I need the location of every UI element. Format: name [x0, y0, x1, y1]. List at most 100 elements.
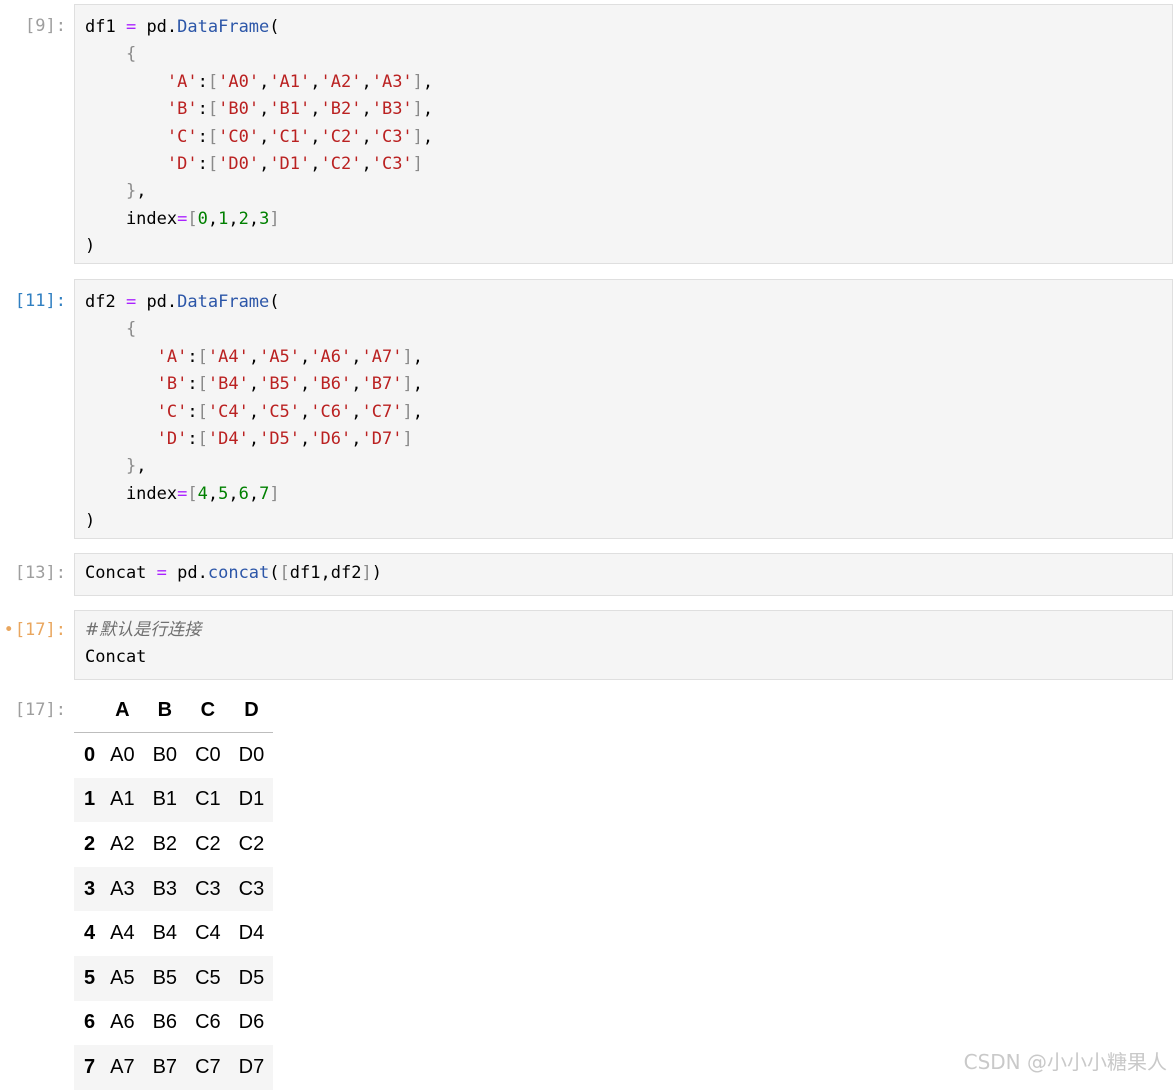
- code-line: #默认是行连接: [85, 617, 1162, 644]
- dataframe-table: ABCD 0 A0 B0 C0 D0 1 A1 B1 C1 D1 2 A2 B2 C2 C2 3 A3 B3 C3 C…: [74, 688, 274, 1090]
- cell-3-prompt: [13]:: [14, 563, 66, 583]
- row-index: 7: [84, 1055, 96, 1078]
- code-line: 'C':['C4','C5','C6','C7'],: [85, 399, 1162, 426]
- code-token: :: [197, 71, 208, 92]
- code-token: 'A5': [259, 346, 301, 367]
- output-prompt: [17]:: [14, 700, 66, 720]
- table-cell: A6: [110, 1011, 135, 1034]
- cell-3-editor[interactable]: Concat = pd.concat([df1,df2]): [74, 553, 1173, 596]
- code-token: ]: [402, 346, 413, 367]
- code-token: DataFrame: [177, 17, 270, 37]
- table-row: 1 A1 B1 C1 D1: [74, 777, 274, 823]
- code-token: 'C3': [371, 126, 413, 147]
- code-token: ,: [351, 428, 362, 449]
- code-token: ]: [402, 428, 413, 449]
- cell-2-code[interactable]: df2 = pd.DataFrame( { 'A':['A4','A5','A6…: [75, 280, 1172, 545]
- cell-4-code[interactable]: #默认是行连接 Concat: [75, 611, 1172, 681]
- table-row: 4 A4 B4 C4 D4: [74, 911, 273, 956]
- cell-3-code[interactable]: Concat = pd.concat([df1,df2]): [75, 554, 1172, 596]
- code-token: ,: [228, 208, 239, 229]
- code-token: =: [156, 563, 167, 583]
- code-token: [: [279, 563, 290, 583]
- table-cell: B1: [152, 788, 178, 811]
- code-token: ,: [136, 181, 147, 202]
- code-token: 'B': [166, 99, 198, 120]
- code-token: =: [125, 292, 137, 312]
- code-token: 'C2': [320, 153, 362, 174]
- code-token: 'B5': [259, 374, 301, 395]
- code-line: Concat: [85, 644, 1162, 671]
- row-index: 5: [84, 966, 96, 989]
- code-token: :: [197, 126, 208, 147]
- code-token: ,: [422, 99, 434, 120]
- code-token: ,: [422, 71, 434, 92]
- code-token: ,: [300, 346, 311, 367]
- code-token: }: [125, 181, 137, 202]
- code-token: #默认是行连接: [85, 620, 202, 640]
- cell-1-editor[interactable]: df1 = pd.DataFrame( { 'A':['A0','A1','A2…: [74, 4, 1173, 264]
- code-token: 'D6': [310, 428, 352, 449]
- code-token: Concat: [85, 563, 157, 583]
- code-token: 'D': [166, 153, 198, 174]
- code-token: 'B1': [269, 99, 311, 120]
- code-token: 5: [218, 483, 229, 504]
- code-token: ,: [248, 374, 260, 395]
- code-token: ): [85, 511, 96, 532]
- table-body: 0 A0 B0 C0 D0 1 A1 B1 C1 D1 2 A2 B2 C2 C2 3 A3 B3 C3 C3 4 A4 B…: [74, 733, 274, 1090]
- code-token: ]: [412, 153, 423, 174]
- code-token: :: [197, 99, 208, 120]
- index-header: [74, 688, 102, 733]
- table-row: 0 A0 B0 C0 D0: [74, 733, 273, 778]
- code-token: ,: [228, 483, 239, 504]
- table-cell: D4: [238, 922, 265, 945]
- cell-4-editor[interactable]: #默认是行连接 Concat: [74, 610, 1173, 680]
- code-token: 'D1': [269, 153, 311, 174]
- code-token: df1: [85, 17, 126, 37]
- code-line: 'D':['D0','D1','C2','C3']: [85, 151, 1162, 178]
- code-line: df2 = pd.DataFrame(: [85, 289, 1162, 316]
- table-cell: A3: [110, 877, 135, 900]
- cell-2-editor[interactable]: df2 = pd.DataFrame( { 'A':['A4','A5','A6…: [74, 279, 1173, 539]
- code-token: 'C3': [371, 153, 413, 174]
- code-token: =: [177, 208, 188, 229]
- table-header-row: ABCD: [74, 688, 274, 733]
- code-token: df2: [85, 292, 126, 312]
- code-token: [: [207, 126, 219, 147]
- cell-1-code[interactable]: df1 = pd.DataFrame( { 'A':['A0','A1','A2…: [75, 5, 1172, 270]
- code-token: :: [187, 374, 198, 395]
- code-token: index: [85, 208, 178, 229]
- code-line: 'C':['C0','C1','C2','C3'],: [85, 124, 1162, 151]
- code-token: ,: [248, 428, 260, 449]
- modified-indicator: •: [3, 620, 14, 640]
- code-token: 'B0': [218, 99, 260, 120]
- code-token: ,: [422, 126, 434, 147]
- code-token: ,: [412, 374, 423, 395]
- watermark: CSDN @小小小糖果人: [963, 1050, 1167, 1074]
- code-token: ]: [402, 374, 413, 395]
- code-token: 'A6': [310, 346, 352, 367]
- table-cell: C1: [195, 788, 221, 811]
- cell-1-prompt: [9]:: [25, 16, 66, 36]
- table-cell: A1: [110, 788, 135, 811]
- code-token: 'D': [156, 428, 188, 449]
- code-token: ,: [351, 346, 362, 367]
- code-token: 'B': [156, 374, 188, 395]
- code-token: [: [207, 153, 219, 174]
- cell-2-prompt: [11]:: [14, 291, 66, 311]
- code-token: ,: [361, 153, 372, 174]
- code-token: 'A2': [320, 71, 362, 92]
- code-token: 'A0': [218, 71, 260, 92]
- code-token: {: [125, 319, 137, 340]
- code-token: 'C2': [320, 126, 362, 147]
- table-cell: C3: [238, 877, 265, 900]
- code-token: ,: [248, 483, 260, 504]
- table-cell: B0: [152, 743, 178, 766]
- code-line: ): [85, 508, 1162, 535]
- code-token: pd.: [136, 292, 178, 312]
- code-token: 'B4': [207, 374, 249, 395]
